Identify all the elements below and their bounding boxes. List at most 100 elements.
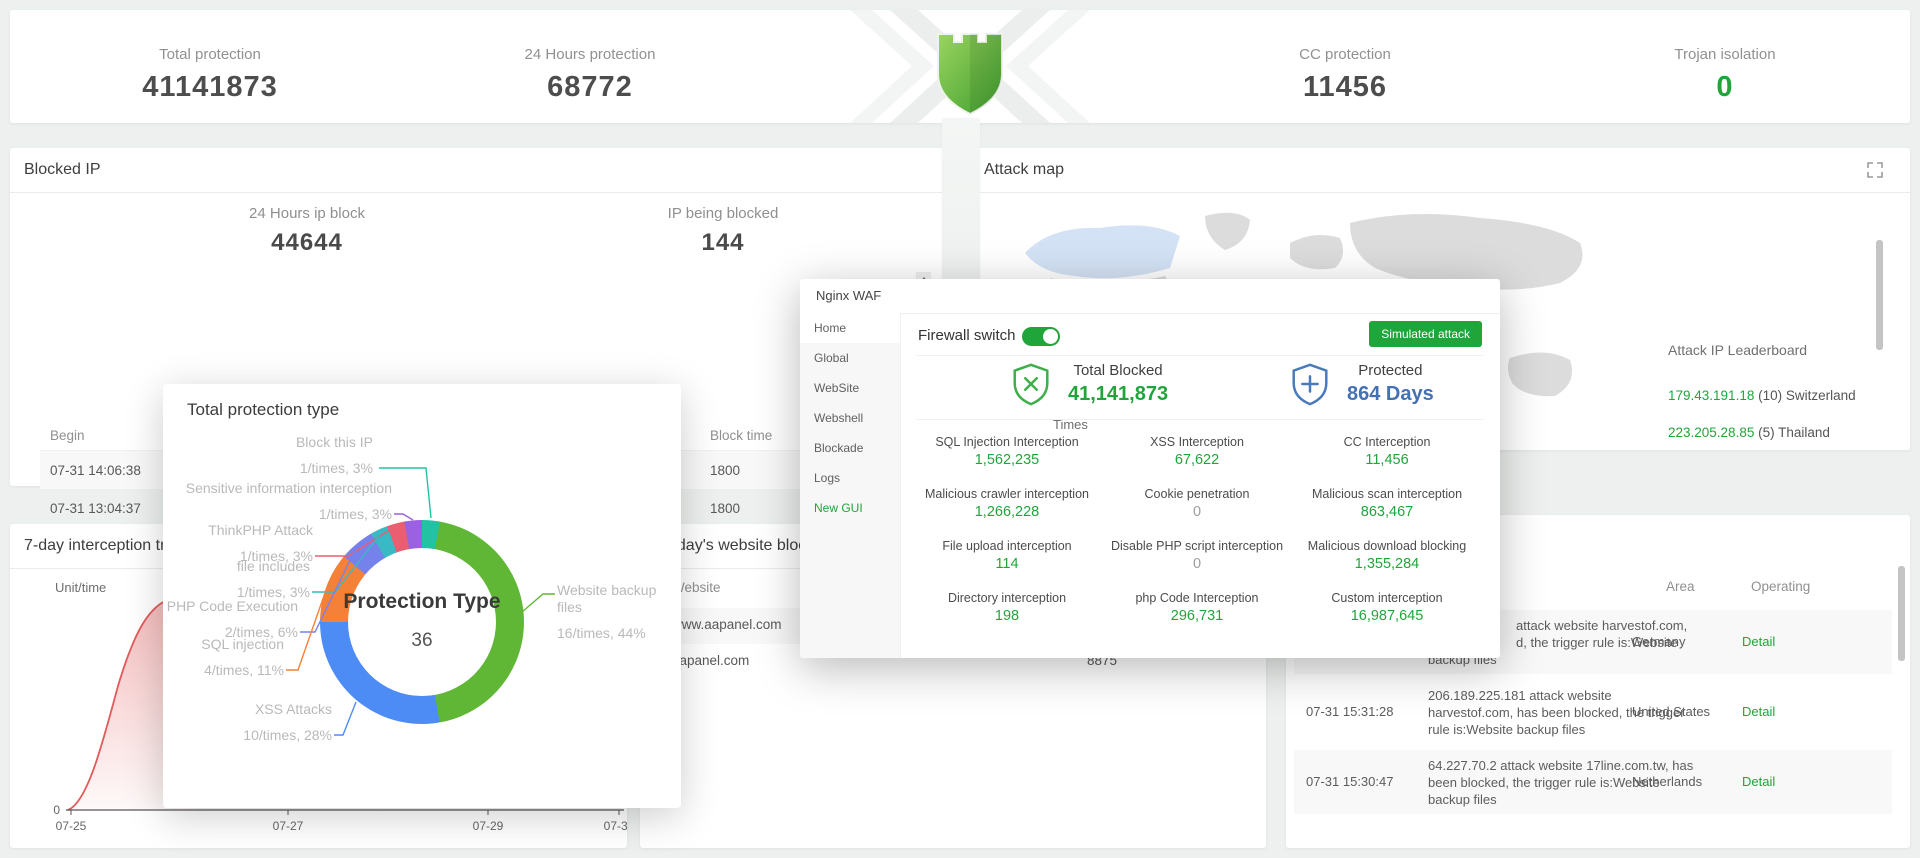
- stat-value: 1,266,228: [912, 504, 1102, 520]
- stat-label: Protected: [1347, 362, 1434, 379]
- total-blocked-stat: Total Blocked 41,141,873 Times: [1008, 361, 1168, 407]
- fullscreen-icon[interactable]: [1866, 161, 1884, 179]
- leaderboard-title: Attack IP Leaderboard: [1668, 342, 1888, 358]
- stat-cell: File upload interception 114: [912, 539, 1102, 591]
- divider: [916, 419, 1484, 420]
- x-tick: 07-25: [56, 819, 87, 833]
- segment-name: Block this IP: [296, 434, 373, 451]
- stat-value: 41,141,873: [1068, 383, 1168, 405]
- modal-title: Nginx WAF: [800, 279, 1500, 314]
- modal-content: Firewall switch Simulated attack Total B…: [900, 313, 1500, 658]
- sidebar-item-blockade[interactable]: Blockade: [800, 433, 900, 463]
- segment-label-sensitive-info: Sensitive information interception 1/tim…: [186, 480, 392, 523]
- sidebar-item-global[interactable]: Global: [800, 343, 900, 373]
- detail-link[interactable]: Detail: [1742, 774, 1775, 789]
- stat-24h-protection: 24 Hours protection 68772: [470, 46, 710, 104]
- stat-cell: SQL Injection Interception 1,562,235: [912, 435, 1102, 487]
- interception-stats-grid: SQL Injection Interception 1,562,235 XSS…: [912, 435, 1482, 643]
- simulated-attack-button[interactable]: Simulated attack: [1369, 321, 1482, 347]
- log-scrollbar[interactable]: [1898, 566, 1905, 661]
- toggle-knob: [1043, 329, 1058, 344]
- stat-label: CC protection: [1225, 46, 1465, 63]
- green-shield-icon: [930, 22, 1010, 118]
- stat-label: CC Interception: [1292, 435, 1482, 449]
- segment-name: ThinkPHP Attack: [208, 522, 313, 539]
- stat-value: 41141873: [90, 71, 330, 104]
- stat-cell: Custom interception 16,987,645: [1292, 591, 1482, 643]
- stat-label: 24 Hours protection: [470, 46, 710, 63]
- cell-area: Netherlands: [1632, 774, 1702, 789]
- stat-label: php Code Interception: [1102, 591, 1292, 605]
- stat-label: XSS Interception: [1102, 435, 1292, 449]
- sidebar-item-logs[interactable]: Logs: [800, 463, 900, 493]
- stat-24h-ip-block: 24 Hours ip block 44644: [177, 205, 437, 257]
- leaderboard-scrollbar[interactable]: [1876, 240, 1883, 350]
- stat-cell: CC Interception 11,456: [1292, 435, 1482, 487]
- stat-value: 67,622: [1102, 452, 1292, 468]
- attacker-country: Thailand: [1778, 425, 1830, 440]
- cell-website: www.aapanel.com: [672, 617, 782, 632]
- stat-label: Directory interception: [912, 591, 1102, 605]
- shield-x-icon: [1008, 361, 1054, 407]
- waf-dashboard: Total protection 41141873 24 Hours prote…: [0, 0, 1920, 858]
- sidebar-item-home[interactable]: Home: [800, 313, 900, 343]
- segment-label-file-includes: file includes 1/times, 3%: [237, 558, 310, 601]
- nginx-waf-modal: Nginx WAF Home Global WebSite Webshell B…: [800, 279, 1500, 658]
- stat-cell: XSS Interception 67,622: [1102, 435, 1292, 487]
- segment-label-block-this-ip: Block this IP 1/times, 3%: [296, 434, 373, 477]
- attacker-ip[interactable]: 223.205.28.85: [1668, 425, 1754, 440]
- stat-total-protection: Total protection 41141873: [90, 46, 330, 104]
- stat-cell: Malicious crawler interception 1,266,228: [912, 487, 1102, 539]
- message-line: attack website harvestof.com,: [1516, 618, 1687, 633]
- segment-label-website-backup-files: Website backup files 16/times, 44%: [557, 582, 681, 642]
- stat-value: 863,467: [1292, 504, 1482, 520]
- cell-begin: 07-31 14:06:38: [40, 451, 178, 490]
- stat-value: 11456: [1225, 71, 1465, 104]
- stat-cell: php Code Interception 296,731: [1102, 591, 1292, 643]
- stat-value: 198: [912, 608, 1102, 624]
- stat-label: IP being blocked: [593, 205, 853, 222]
- shield-ribbon: [942, 118, 980, 283]
- firewall-toggle[interactable]: [1022, 327, 1060, 346]
- segment-value: 10/times, 28%: [243, 727, 332, 744]
- stat-label: Trojan isolation: [1605, 46, 1845, 63]
- segment-name: SQL injection: [201, 636, 284, 653]
- segment-name: file includes: [237, 558, 310, 575]
- stat-label: Malicious scan interception: [1292, 487, 1482, 501]
- stat-value: 144: [593, 229, 853, 257]
- stat-ip-being-blocked: IP being blocked 144: [593, 205, 853, 257]
- segment-name: Sensitive information interception: [186, 480, 392, 497]
- stat-cell: Directory interception 198: [912, 591, 1102, 643]
- segment-value: 16/times, 44%: [557, 625, 681, 642]
- stat-value: 0: [1102, 504, 1292, 520]
- col-operating: Operating: [1751, 579, 1810, 594]
- sidebar-item-webshell[interactable]: Webshell: [800, 403, 900, 433]
- log-row: 07-31 15:30:47 64.227.70.2 attack websit…: [1294, 750, 1892, 814]
- segment-value: 1/times, 3%: [186, 506, 392, 523]
- panel-title: Attack map: [970, 148, 1910, 193]
- sidebar-item-new-gui[interactable]: New GUI: [800, 493, 900, 523]
- sidebar-item-website[interactable]: WebSite: [800, 373, 900, 403]
- stat-label: Malicious crawler interception: [912, 487, 1102, 501]
- stat-value: 1,355,284: [1292, 556, 1482, 572]
- stat-label: Malicious download blocking: [1292, 539, 1482, 553]
- segment-name: Website backup files: [557, 582, 681, 616]
- cell-time: 07-31 15:30:47: [1306, 774, 1393, 789]
- segment-label-sql-injection: SQL injection 4/times, 11%: [201, 636, 284, 679]
- divider: [916, 355, 1484, 356]
- col-area: Area: [1666, 579, 1695, 594]
- x-tick: 07-27: [273, 819, 304, 833]
- segment-label-xss-attacks: XSS Attacks 10/times, 28%: [243, 701, 332, 744]
- leaderboard-item[interactable]: 179.43.191.18 (10) Switzerland: [1668, 388, 1888, 403]
- leaderboard-item[interactable]: 223.205.28.85 (5) Thailand: [1668, 425, 1888, 440]
- protected-days-stat: Protected 864 Days: [1287, 361, 1434, 407]
- cell-time: 07-31 15:31:28: [1306, 704, 1393, 719]
- stat-label: 24 Hours ip block: [177, 205, 437, 222]
- stat-value: 68772: [470, 71, 710, 104]
- stat-value: 44644: [177, 229, 437, 257]
- stat-value: 864 Days: [1347, 383, 1434, 406]
- stat-label: SQL Injection Interception: [912, 435, 1102, 449]
- detail-link[interactable]: Detail: [1742, 634, 1775, 649]
- detail-link[interactable]: Detail: [1742, 704, 1775, 719]
- attacker-ip[interactable]: 179.43.191.18: [1668, 388, 1754, 403]
